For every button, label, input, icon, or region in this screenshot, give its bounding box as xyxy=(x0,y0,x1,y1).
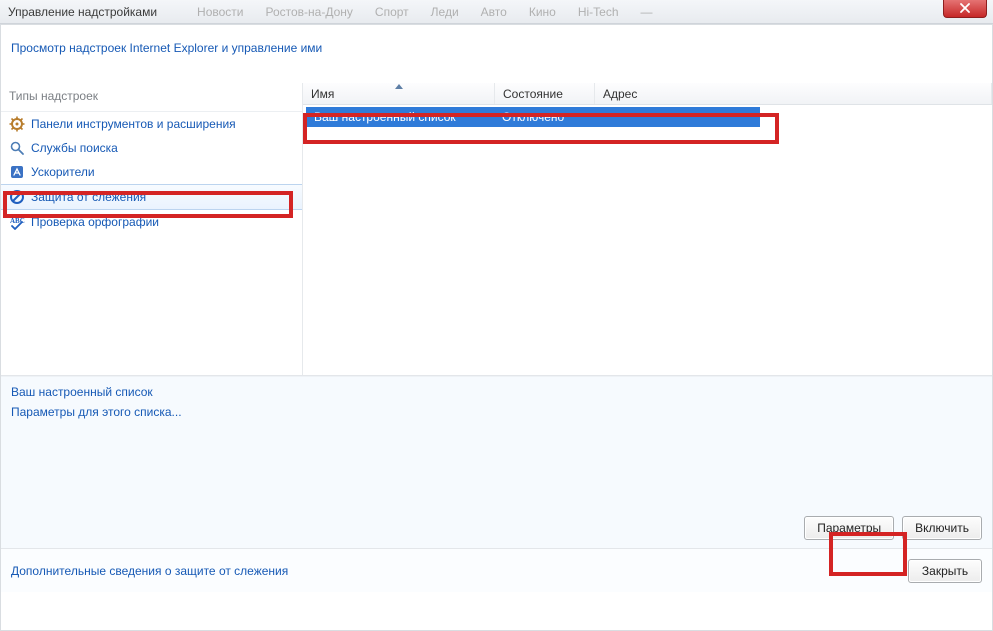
sidebar-item-accelerators[interactable]: Ускорители xyxy=(1,160,302,184)
spellcheck-icon: ABC xyxy=(9,214,25,230)
cell-status: Отключено xyxy=(494,110,594,124)
bg-tab: Hi-Tech xyxy=(578,5,619,19)
list-settings-link[interactable]: Параметры для этого списка... xyxy=(11,405,182,419)
tracking-protection-icon xyxy=(9,189,25,205)
close-icon xyxy=(960,2,970,16)
sidebar-item-label: Ускорители xyxy=(31,164,95,180)
sidebar-title: Типы надстроек xyxy=(1,83,302,112)
gear-icon xyxy=(9,116,25,132)
accelerator-icon xyxy=(9,164,25,180)
column-label: Состояние xyxy=(503,87,563,101)
column-header-status[interactable]: Состояние xyxy=(495,83,595,104)
bg-tab: Спорт xyxy=(375,5,409,19)
bg-tab: Кино xyxy=(529,5,556,19)
sidebar-item-spellcheck[interactable]: ABC Проверка орфографии xyxy=(1,210,302,234)
list-row-selected[interactable]: Ваш настроенный список Отключено xyxy=(306,107,760,127)
sidebar-item-label: Защита от слежения xyxy=(31,189,146,205)
sidebar-item-search-providers[interactable]: Службы поиска xyxy=(1,136,302,160)
bg-tab: — xyxy=(641,5,653,19)
detail-pane: Ваш настроенный список Параметры для это… xyxy=(1,376,992,548)
dialog-body: Просмотр надстроек Internet Explorer и у… xyxy=(0,24,993,631)
background-tabs: Новости Ростов-на-Дону Спорт Леди Авто К… xyxy=(197,5,652,19)
close-button[interactable]: Закрыть xyxy=(908,559,982,583)
sort-ascending-icon xyxy=(395,84,403,89)
sidebar-item-label: Проверка орфографии xyxy=(31,214,159,230)
sidebar: Типы надстроек Панели инструментов и рас… xyxy=(1,83,303,375)
header-area: Просмотр надстроек Internet Explorer и у… xyxy=(1,25,992,83)
bg-tab: Авто xyxy=(481,5,507,19)
title-bar: Управление надстройками Новости Ростов-н… xyxy=(0,0,993,24)
column-header-name[interactable]: Имя xyxy=(303,83,495,104)
bg-tab: Ростов-на-Дону xyxy=(266,5,353,19)
column-header-address[interactable]: Адрес xyxy=(595,83,992,104)
detail-buttons: Параметры Включить xyxy=(804,516,982,540)
search-icon xyxy=(9,140,25,156)
middle-pane: Типы надстроек Панели инструментов и рас… xyxy=(1,83,992,376)
header-description-link[interactable]: Просмотр надстроек Internet Explorer и у… xyxy=(11,41,322,55)
list-header: Имя Состояние Адрес xyxy=(303,83,992,105)
addon-list-pane: Имя Состояние Адрес Ваш настроенный спис… xyxy=(303,83,992,375)
bg-tab: Новости xyxy=(197,5,243,19)
svg-text:ABC: ABC xyxy=(10,217,25,225)
enable-button[interactable]: Включить xyxy=(902,516,982,540)
column-label: Имя xyxy=(311,87,334,101)
column-label: Адрес xyxy=(603,87,637,101)
bg-tab: Леди xyxy=(431,5,459,19)
sidebar-item-tracking-protection[interactable]: Защита от слежения xyxy=(1,184,302,210)
params-button[interactable]: Параметры xyxy=(804,516,894,540)
cell-name: Ваш настроенный список xyxy=(306,110,494,124)
sidebar-item-label: Службы поиска xyxy=(31,140,118,156)
footer: Дополнительные сведения о защите от слеж… xyxy=(1,548,992,592)
sidebar-item-toolbars[interactable]: Панели инструментов и расширения xyxy=(1,112,302,136)
more-info-link[interactable]: Дополнительные сведения о защите от слеж… xyxy=(11,564,288,578)
window-close-button[interactable] xyxy=(943,0,987,18)
window-title: Управление надстройками xyxy=(8,5,157,19)
detail-title: Ваш настроенный список xyxy=(11,385,982,399)
sidebar-item-label: Панели инструментов и расширения xyxy=(31,116,236,132)
